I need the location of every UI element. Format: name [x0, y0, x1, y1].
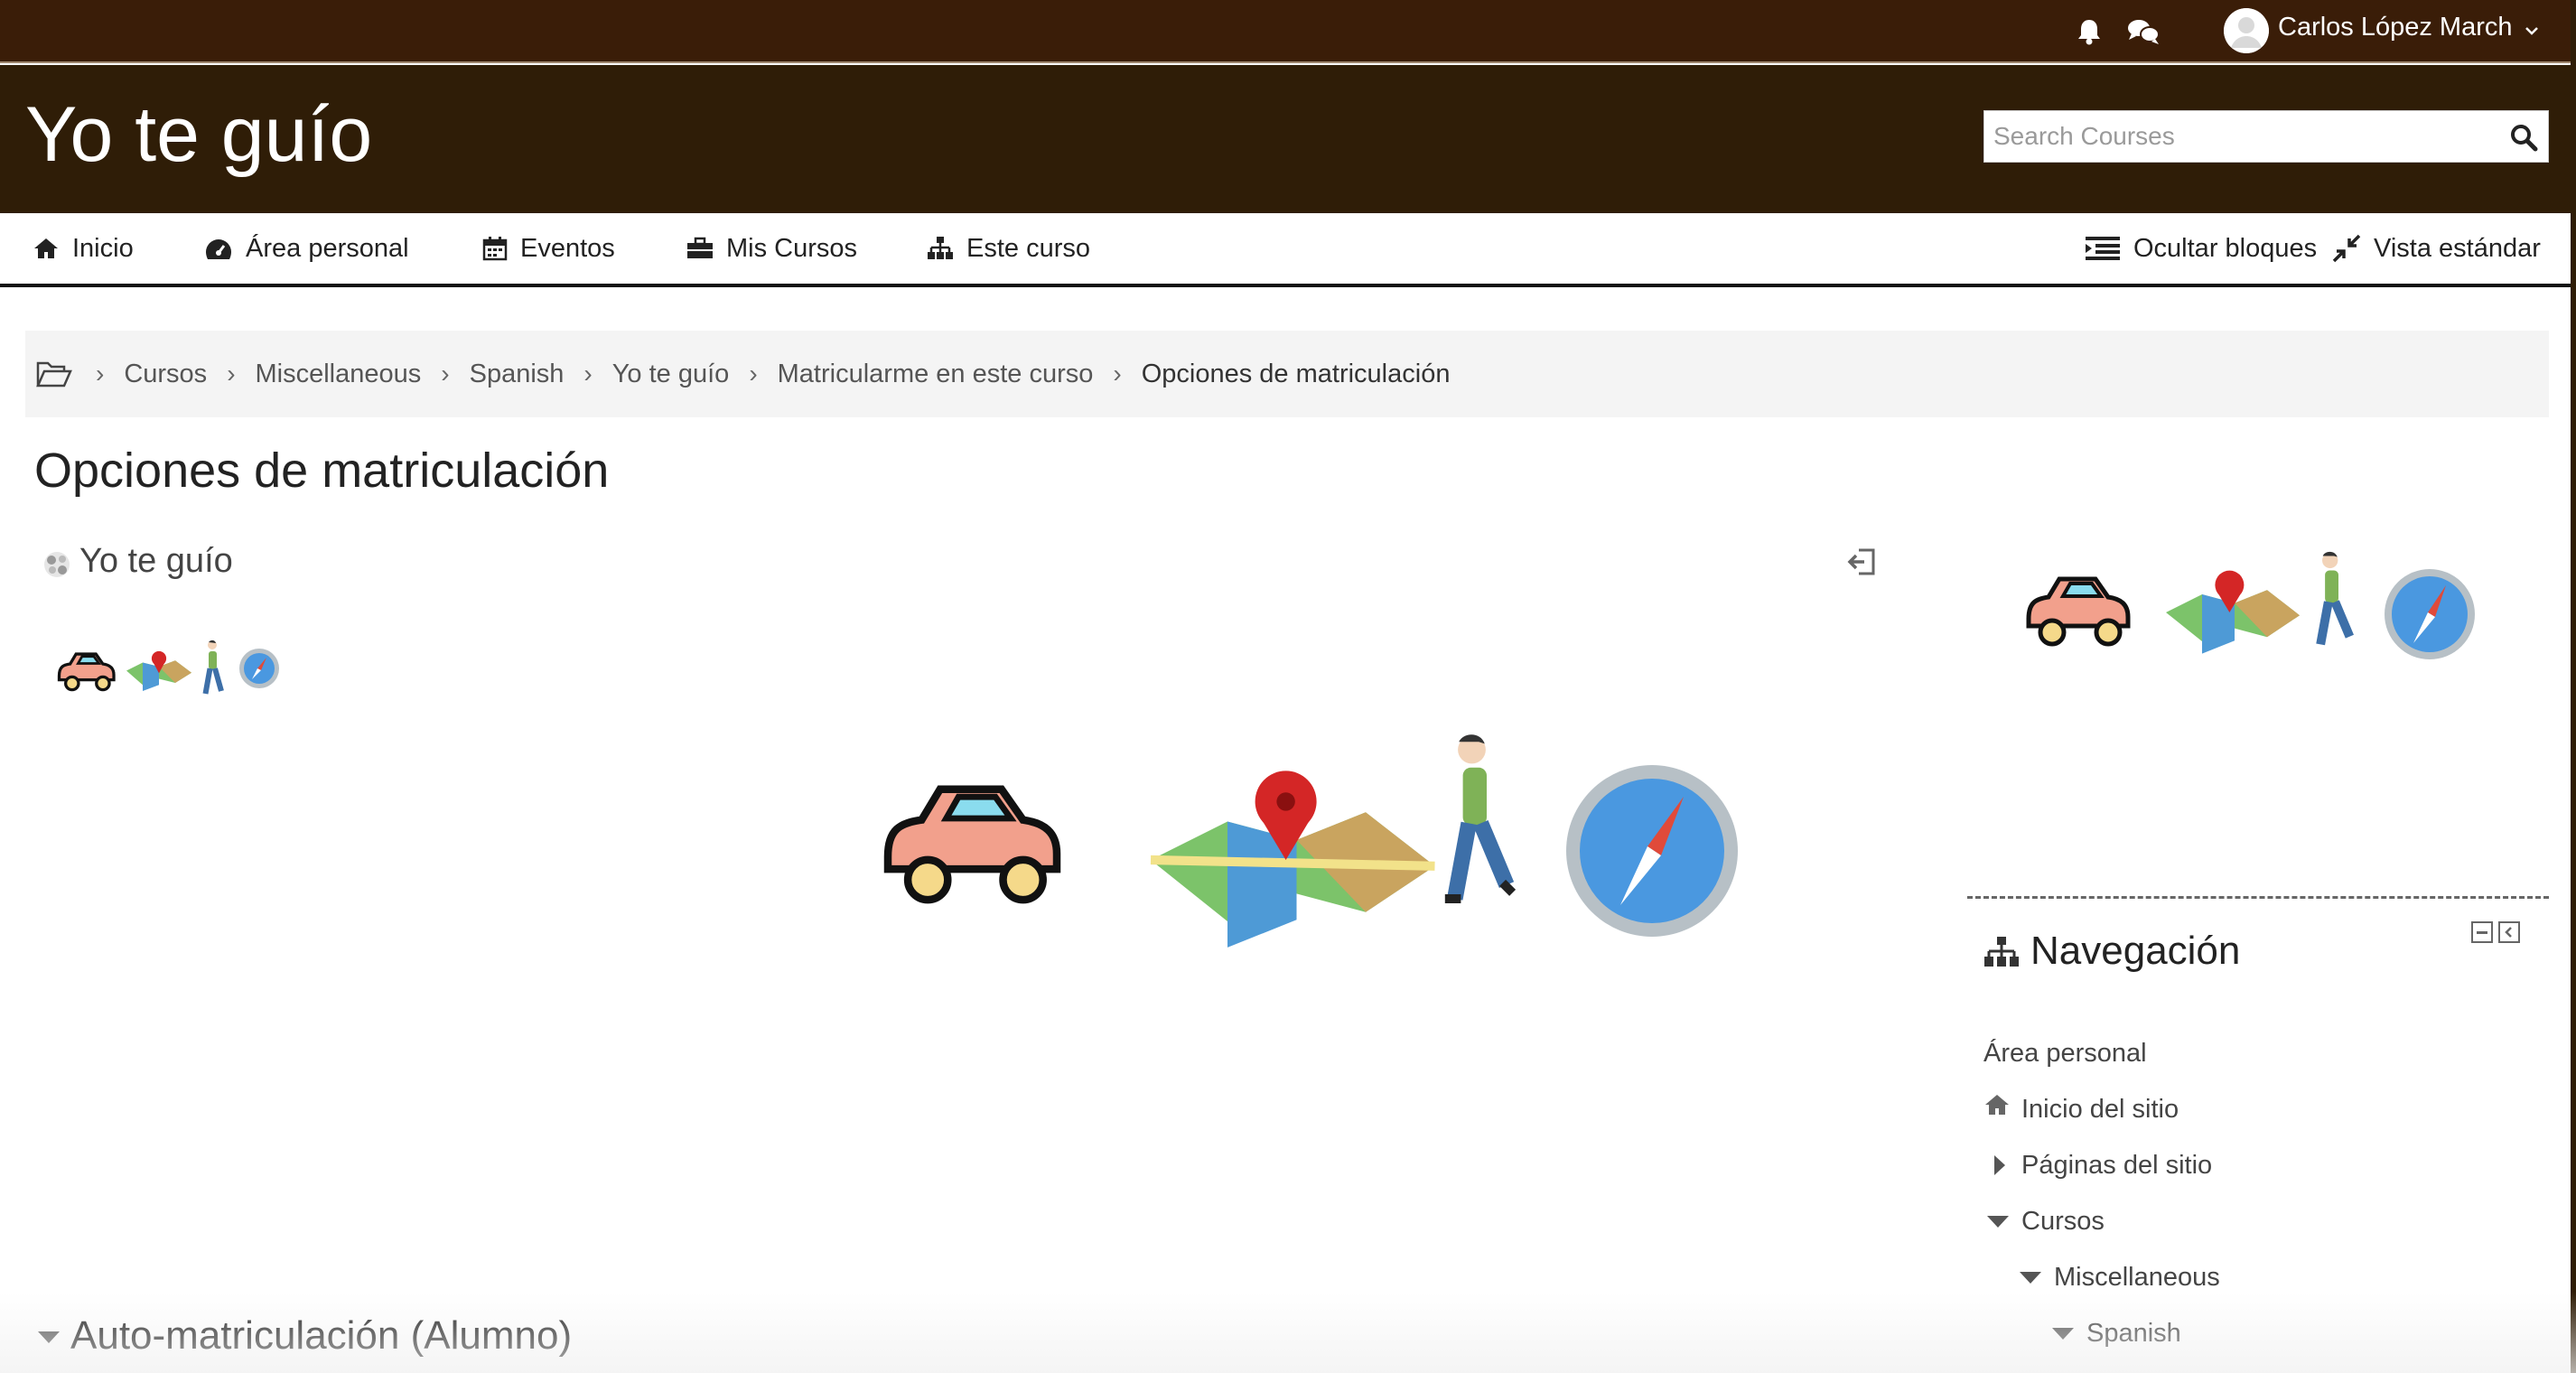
block-dock-button[interactable] — [2498, 921, 2520, 943]
page-edge — [2571, 0, 2576, 1373]
compass-icon — [239, 649, 279, 688]
nav-label: Mis Cursos — [726, 233, 858, 263]
breadcrumb-item[interactable]: Yo te guío — [612, 360, 730, 389]
compress-icon — [2332, 234, 2361, 263]
search-icon[interactable] — [2506, 120, 2541, 154]
course-icon — [44, 552, 70, 577]
breadcrumb-item[interactable]: Matricularme en este curso — [778, 360, 1094, 389]
nav-item-mis-cursos[interactable]: Mis Cursos — [686, 213, 857, 284]
course-summary-image-large — [873, 723, 1740, 961]
map-icon — [2166, 570, 2300, 654]
block-divider — [1967, 896, 2549, 899]
nav-label: Este curso — [966, 233, 1090, 263]
avatar[interactable] — [2224, 8, 2269, 53]
nav-item-inicio[interactable]: Inicio — [33, 213, 134, 284]
list-icon — [2086, 237, 2120, 260]
breadcrumb-separator: › — [583, 360, 593, 388]
nav-label: Eventos — [520, 233, 615, 263]
search-input[interactable] — [1993, 117, 2490, 156]
nav-tree-miscellaneous[interactable]: Miscellaneous — [2054, 1263, 2220, 1293]
home-icon — [1985, 1095, 2009, 1115]
breadcrumb-separator: › — [227, 360, 236, 388]
nav-tree-inicio-sitio[interactable]: Inicio del sitio — [2021, 1095, 2179, 1125]
home-icon — [34, 238, 58, 258]
nav-tree-cursos[interactable]: Cursos — [2021, 1207, 2105, 1237]
breadcrumb-item[interactable]: Spanish — [470, 360, 565, 389]
car-icon — [883, 785, 1061, 904]
map-icon — [126, 650, 191, 691]
expand-icon[interactable] — [1994, 1155, 2005, 1175]
block-collapse-button[interactable] — [2471, 921, 2493, 943]
breadcrumb-item[interactable]: Cursos — [124, 360, 207, 389]
navigation-block-title: Navegación — [2030, 929, 2241, 973]
standard-view-button[interactable]: Vista estándar — [2332, 213, 2541, 284]
breadcrumb-item[interactable]: Miscellaneous — [256, 360, 422, 389]
main-nav: Inicio Área personal Eventos Mis Cursos — [0, 213, 2576, 287]
collapse-icon[interactable] — [2052, 1328, 2074, 1340]
self-enrolment-heading[interactable]: Auto-matriculación (Alumno) — [70, 1313, 572, 1359]
breadcrumb-separator: › — [96, 360, 105, 388]
hide-blocks-button[interactable]: Ocultar bloques — [2085, 213, 2317, 284]
section-collapse-icon[interactable] — [38, 1331, 60, 1343]
sitemap-icon — [928, 237, 953, 259]
collapse-icon[interactable] — [1987, 1216, 2009, 1228]
person-walking-icon — [1444, 734, 1517, 903]
nav-tree-paginas-sitio[interactable]: Páginas del sitio — [2021, 1151, 2212, 1181]
site-header: Yo te guío — [0, 65, 2576, 213]
chat-icon[interactable] — [2126, 16, 2161, 47]
course-name[interactable]: Yo te guío — [79, 542, 233, 581]
nav-label: Área personal — [246, 233, 409, 263]
top-bar: Carlos López March — [0, 0, 2576, 63]
compass-icon — [2385, 569, 2475, 659]
briefcase-icon — [687, 237, 713, 258]
enrol-icon[interactable] — [1846, 546, 1879, 578]
calendar-icon — [482, 237, 508, 261]
block-summary-image — [2020, 547, 2480, 668]
breadcrumb: › Cursos › Miscellaneous › Spanish › Yo … — [25, 331, 2549, 417]
car-icon — [57, 652, 116, 692]
nav-tree-area-personal[interactable]: Área personal — [1983, 1039, 2147, 1069]
hide-blocks-label: Ocultar bloques — [2133, 233, 2318, 263]
page-title: Opciones de matriculación — [34, 444, 610, 498]
person-walking-icon — [2316, 551, 2354, 646]
bell-icon[interactable] — [2074, 16, 2105, 47]
collapse-icon[interactable] — [2020, 1272, 2041, 1284]
breadcrumb-separator: › — [441, 360, 450, 388]
user-menu-name[interactable]: Carlos López March — [2278, 13, 2513, 42]
nav-item-eventos[interactable]: Eventos — [482, 213, 615, 284]
course-search — [1983, 110, 2549, 163]
nav-label: Inicio — [72, 233, 134, 263]
standard-view-label: Vista estándar — [2374, 233, 2541, 263]
nav-item-area-personal[interactable]: Área personal — [204, 213, 409, 284]
nav-tree-spanish[interactable]: Spanish — [2086, 1319, 2181, 1349]
map-icon — [1150, 771, 1435, 948]
breadcrumb-current: Opciones de matriculación — [1141, 359, 1451, 388]
person-walking-icon — [202, 640, 224, 695]
car-icon — [2026, 576, 2131, 647]
dashboard-icon — [206, 239, 231, 259]
sitemap-icon — [1984, 937, 2019, 967]
chevron-down-icon[interactable] — [2522, 22, 2542, 40]
site-title[interactable]: Yo te guío — [25, 90, 372, 180]
dock-icon — [2505, 927, 2512, 938]
course-summary-image-small — [54, 640, 289, 703]
breadcrumb-separator: › — [1113, 360, 1122, 388]
folder-open-icon[interactable] — [36, 359, 72, 389]
breadcrumb-separator: › — [749, 360, 758, 388]
nav-item-este-curso[interactable]: Este curso — [927, 213, 1090, 284]
compass-icon — [1566, 765, 1738, 937]
